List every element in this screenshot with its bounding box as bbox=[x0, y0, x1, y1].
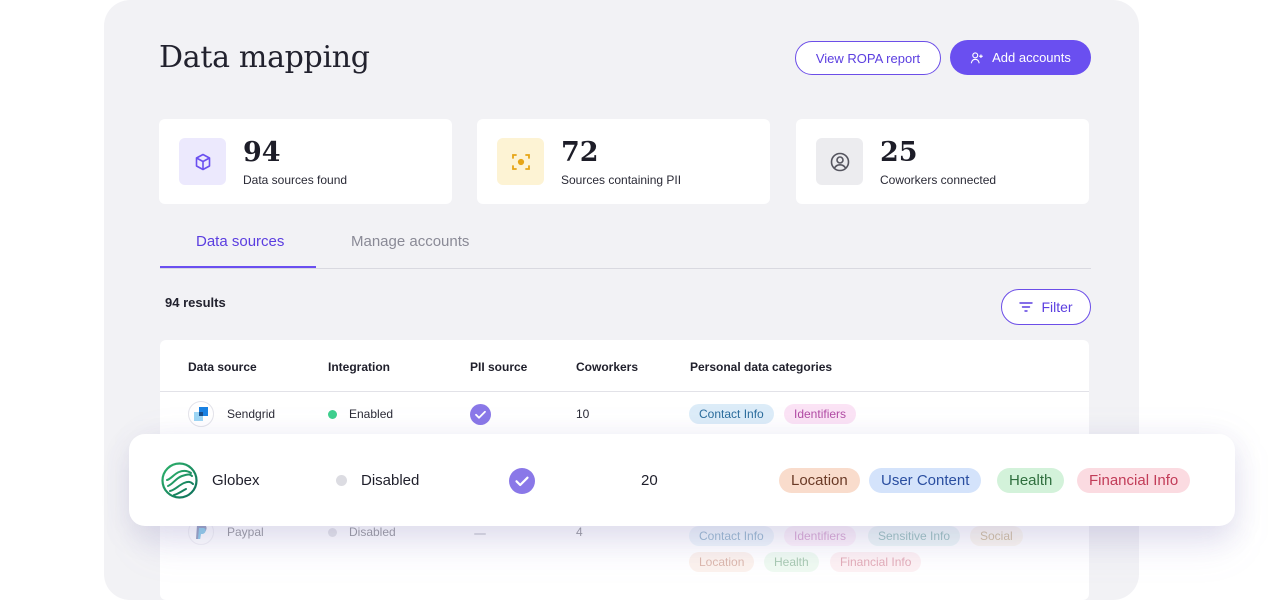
category-tag: Location bbox=[689, 552, 755, 572]
stat-label: Sources containing PII bbox=[561, 173, 682, 187]
data-source-cell: Sendgrid bbox=[188, 401, 276, 427]
column-header: PII source bbox=[470, 360, 528, 374]
stat-card-data-sources: 94 Data sources found bbox=[159, 119, 452, 204]
category-tag: Contact Info bbox=[689, 404, 774, 424]
stat-value: 94 bbox=[243, 137, 281, 168]
stat-value: 25 bbox=[880, 137, 918, 168]
integration-cell: Disabled bbox=[336, 468, 419, 493]
highlighted-table-row[interactable]: Globex Disabled 20 Location User Content… bbox=[129, 434, 1235, 526]
column-header: Data source bbox=[188, 360, 257, 374]
stat-value: 72 bbox=[561, 137, 599, 168]
stat-label: Coworkers connected bbox=[880, 173, 997, 187]
filter-button[interactable]: Filter bbox=[1001, 289, 1091, 325]
add-accounts-label: Add accounts bbox=[992, 50, 1071, 65]
column-header: Integration bbox=[328, 360, 390, 374]
data-source-cell: Globex bbox=[161, 461, 260, 499]
column-header: Coworkers bbox=[576, 360, 639, 374]
stat-label: Data sources found bbox=[243, 173, 348, 187]
filter-icon bbox=[1019, 302, 1034, 312]
integration-status: Disabled bbox=[361, 472, 420, 489]
user-circle-icon bbox=[816, 138, 863, 185]
view-ropa-report-button[interactable]: View ROPA report bbox=[795, 41, 941, 75]
category-tag: Location bbox=[779, 468, 860, 493]
stat-card-pii-sources: 72 Sources containing PII bbox=[477, 119, 770, 204]
tab-bar: Data sources Manage accounts bbox=[160, 225, 1091, 269]
tab-manage-accounts[interactable]: Manage accounts bbox=[351, 233, 469, 250]
category-tag: User Content bbox=[869, 468, 982, 493]
status-dot bbox=[328, 409, 337, 419]
add-accounts-button[interactable]: Add accounts bbox=[950, 40, 1091, 75]
header-divider bbox=[160, 391, 1089, 392]
category-tag: Financial Info bbox=[830, 552, 922, 572]
category-tag: Health bbox=[764, 552, 819, 572]
check-circle-icon bbox=[509, 467, 535, 494]
category-tag: Financial Info bbox=[1077, 468, 1191, 493]
cube-icon bbox=[179, 138, 226, 185]
tab-data-sources[interactable]: Data sources bbox=[196, 233, 284, 250]
column-header: Personal data categories bbox=[690, 360, 833, 374]
integration-status: Enabled bbox=[349, 407, 394, 421]
results-count: 94 results bbox=[165, 295, 226, 310]
globex-logo-icon bbox=[161, 461, 198, 499]
filter-label: Filter bbox=[1041, 299, 1073, 315]
data-source-name: Globex bbox=[212, 471, 260, 489]
coworkers-count: 10 bbox=[576, 407, 590, 421]
category-tag: Health bbox=[997, 468, 1065, 493]
page-title: Data mapping bbox=[159, 40, 370, 75]
stat-card-coworkers: 25 Coworkers connected bbox=[796, 119, 1089, 204]
check-circle-icon bbox=[470, 403, 491, 425]
data-source-name: Sendgrid bbox=[227, 407, 276, 421]
scan-icon bbox=[497, 138, 544, 185]
active-tab-indicator bbox=[160, 266, 316, 268]
pii-source-cell bbox=[509, 467, 535, 494]
integration-cell: Enabled bbox=[328, 402, 393, 426]
pii-source-cell bbox=[470, 403, 491, 425]
status-dot bbox=[336, 475, 347, 486]
add-user-icon bbox=[970, 51, 983, 63]
category-tag: Identifiers bbox=[784, 404, 857, 424]
coworkers-count: 20 bbox=[641, 472, 658, 489]
sendgrid-logo-icon bbox=[188, 401, 214, 427]
